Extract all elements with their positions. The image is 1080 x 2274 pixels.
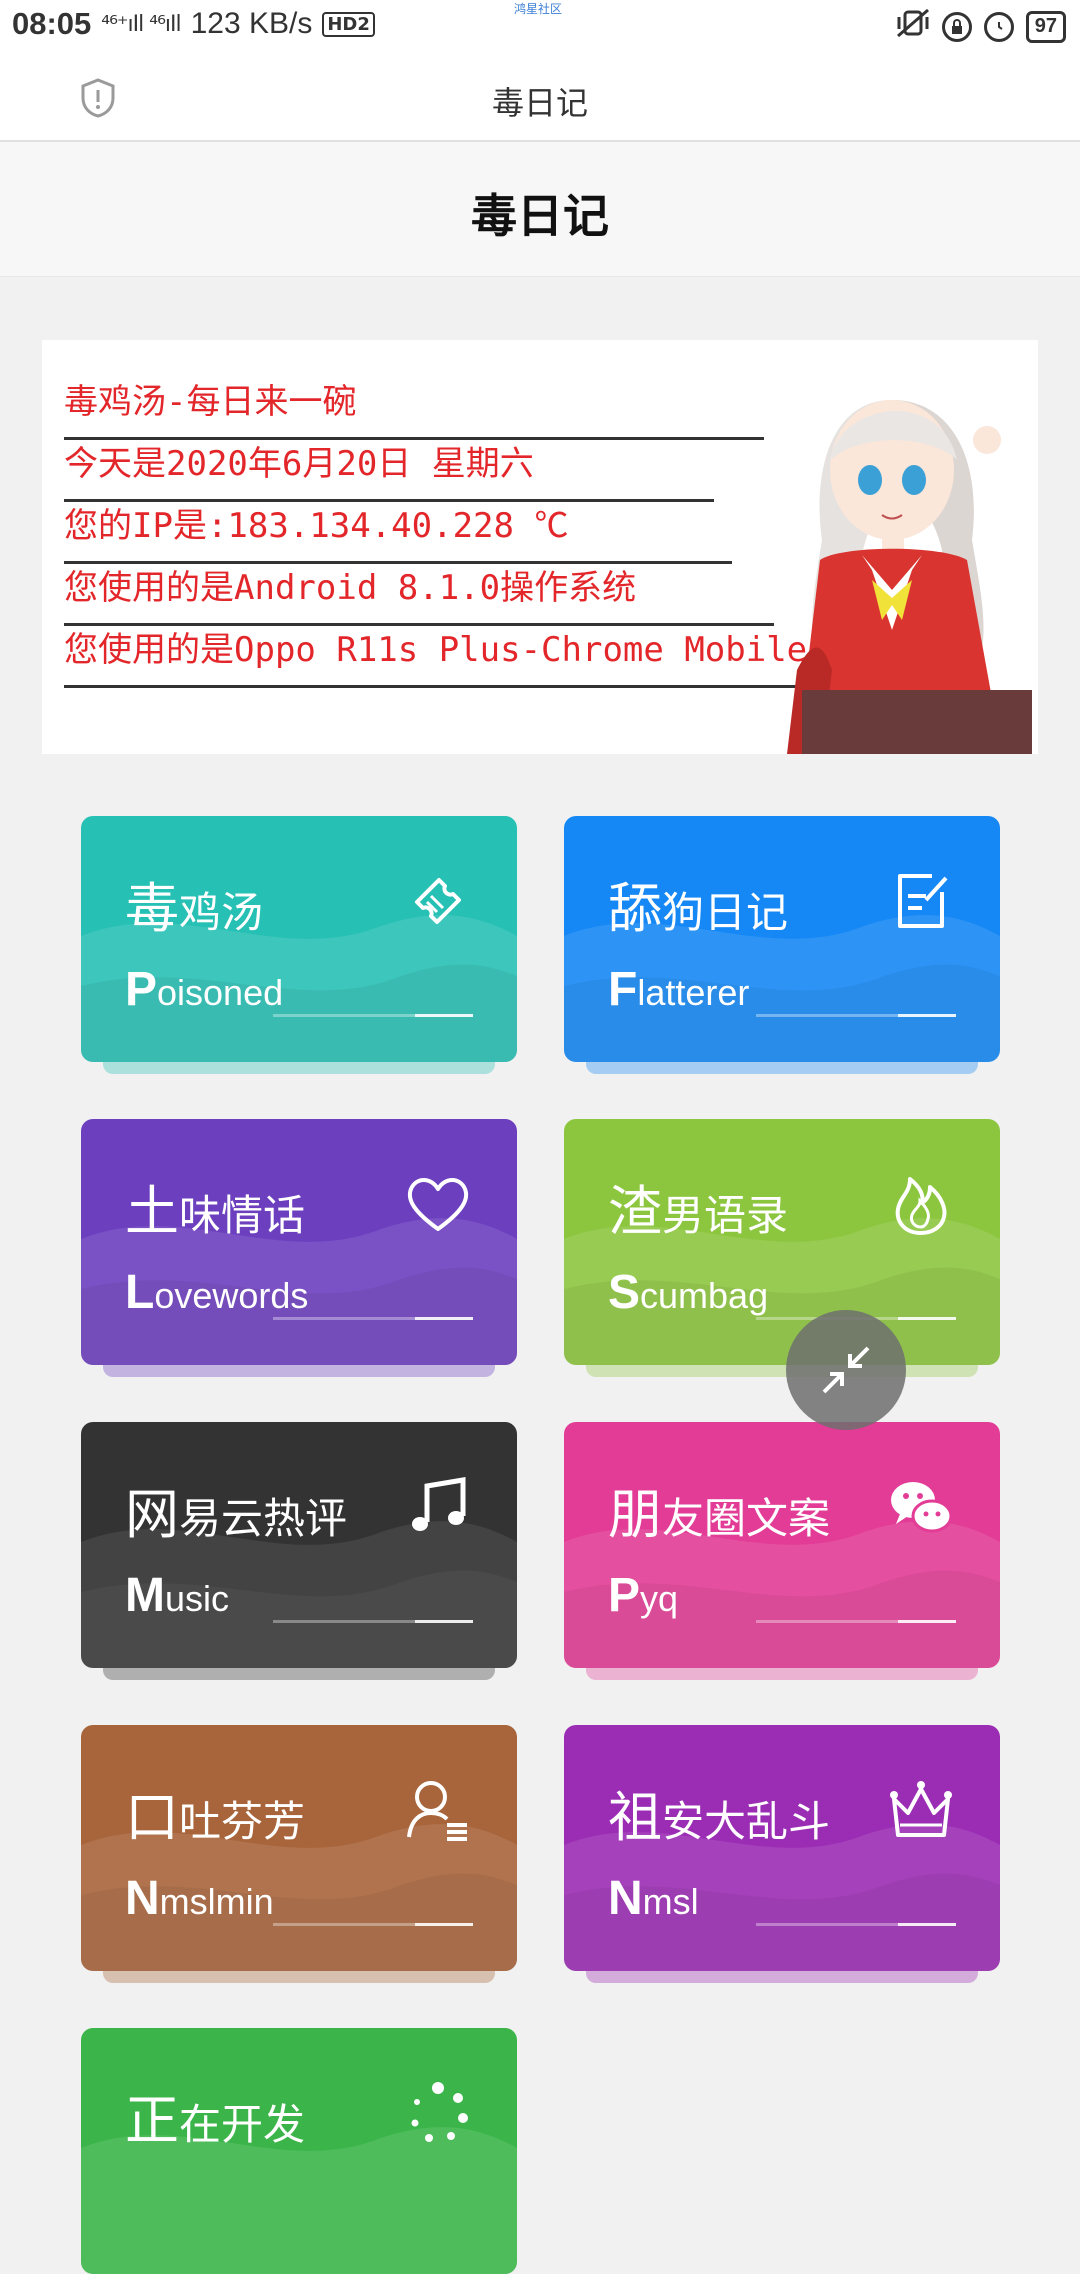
banner-line: 今天是2020年6月20日 星期六 bbox=[64, 440, 714, 502]
network-speed: 123 KB/s bbox=[190, 7, 313, 40]
edit-note-icon bbox=[898, 874, 948, 928]
collapse-float-button[interactable] bbox=[786, 1310, 906, 1430]
vibrate-off-icon bbox=[896, 8, 930, 46]
card-title: 土味情话 bbox=[125, 1180, 306, 1243]
card-title: 口吐芬芳 bbox=[125, 1786, 306, 1849]
app-bar-title: 毒日记 bbox=[491, 84, 588, 122]
card-title: 毒鸡汤 bbox=[125, 877, 264, 940]
flame-icon bbox=[895, 1177, 947, 1235]
card-poisoned[interactable]: 毒鸡汤 Poisoned bbox=[81, 816, 517, 1074]
card-in-development[interactable]: 正在开发 bbox=[81, 2028, 517, 2274]
status-time: 08:05 bbox=[12, 6, 92, 41]
card-title: 舔狗日记 bbox=[608, 877, 789, 940]
card-scumbag[interactable]: 渣男语录 Scumbag bbox=[564, 1119, 1000, 1377]
card-divider bbox=[273, 1923, 473, 1926]
card-title: 渣男语录 bbox=[608, 1180, 789, 1243]
card-divider bbox=[273, 1317, 473, 1320]
card-divider bbox=[756, 1014, 956, 1017]
signal-icon: ⁴⁶⁺ıIl ⁴⁶ıIl bbox=[101, 11, 181, 37]
crown-icon bbox=[890, 1781, 952, 1837]
card-title: 正在开发 bbox=[125, 2089, 306, 2152]
card-subtitle: Flatterer bbox=[608, 963, 750, 1016]
card-title: 朋友圈文案 bbox=[608, 1483, 831, 1546]
card-flatterer[interactable]: 舔狗日记 Flatterer bbox=[564, 816, 1000, 1074]
collapse-arrows-icon bbox=[822, 1346, 870, 1394]
ticket-icon bbox=[415, 878, 461, 924]
hd-voice-icon: HD2 bbox=[322, 11, 375, 37]
card-subtitle: Scumbag bbox=[608, 1266, 769, 1319]
lock-rotation-icon bbox=[941, 12, 972, 42]
banner-line: 您的IP是:183.134.40.228 ℃ bbox=[64, 502, 732, 564]
wechat-icon bbox=[891, 1482, 953, 1533]
banner-line: 毒鸡汤-每日来一碗 bbox=[64, 378, 764, 440]
card-divider bbox=[756, 1923, 956, 1926]
music-note-icon bbox=[412, 1477, 466, 1531]
card-nmsl[interactable]: 祖安大乱斗 Nmsl bbox=[564, 1725, 1000, 1983]
browser-app-bar: 毒日记 bbox=[0, 56, 1080, 142]
card-subtitle: Music bbox=[125, 1569, 230, 1622]
card-title: 祖安大乱斗 bbox=[608, 1786, 831, 1849]
user-list-icon bbox=[407, 1781, 467, 1841]
page-title: 毒日记 bbox=[471, 189, 609, 243]
page-header: 毒日记 bbox=[0, 142, 1080, 277]
battery-icon: 97 bbox=[1025, 11, 1066, 43]
heart-icon bbox=[407, 1178, 469, 1231]
card-divider bbox=[273, 1014, 473, 1017]
card-divider bbox=[756, 1620, 956, 1623]
banner-text-block: 毒鸡汤-每日来一碗 今天是2020年6月20日 星期六 您的IP是:183.13… bbox=[64, 378, 971, 688]
loading-dots-icon bbox=[411, 2082, 468, 2142]
status-bar: 08:05 ⁴⁶⁺ıIl ⁴⁶ıIl 123 KB/s HD2 鸿星社区 97 bbox=[0, 0, 1080, 56]
alarm-icon bbox=[983, 12, 1014, 42]
card-subtitle: Poisoned bbox=[125, 963, 284, 1016]
card-subtitle: Pyq bbox=[608, 1569, 679, 1622]
card-music[interactable]: 网易云热评 Music bbox=[81, 1422, 517, 1680]
card-subtitle: Nmsl bbox=[608, 1872, 699, 1925]
card-nmslmin[interactable]: 口吐芬芳 Nmslmin bbox=[81, 1725, 517, 1983]
info-banner: 毒鸡汤-每日来一碗 今天是2020年6月20日 星期六 您的IP是:183.13… bbox=[42, 340, 1038, 754]
anime-girl-illustration bbox=[787, 400, 1032, 754]
card-pyq[interactable]: 朋友圈文案 Pyq bbox=[564, 1422, 1000, 1680]
card-divider bbox=[273, 1620, 473, 1623]
card-subtitle: Lovewords bbox=[125, 1266, 309, 1319]
card-subtitle: Nmslmin bbox=[125, 1872, 274, 1925]
status-center-label: 鸿星社区 bbox=[514, 2, 563, 16]
banner-line: 您使用的是Android 8.1.0操作系统 bbox=[64, 564, 774, 626]
banner-line: 您使用的是Oppo R11s Plus-Chrome Mobile WebVie… bbox=[64, 626, 971, 688]
card-lovewords[interactable]: 土味情话 Lovewords bbox=[81, 1119, 517, 1377]
card-title: 网易云热评 bbox=[125, 1483, 348, 1546]
